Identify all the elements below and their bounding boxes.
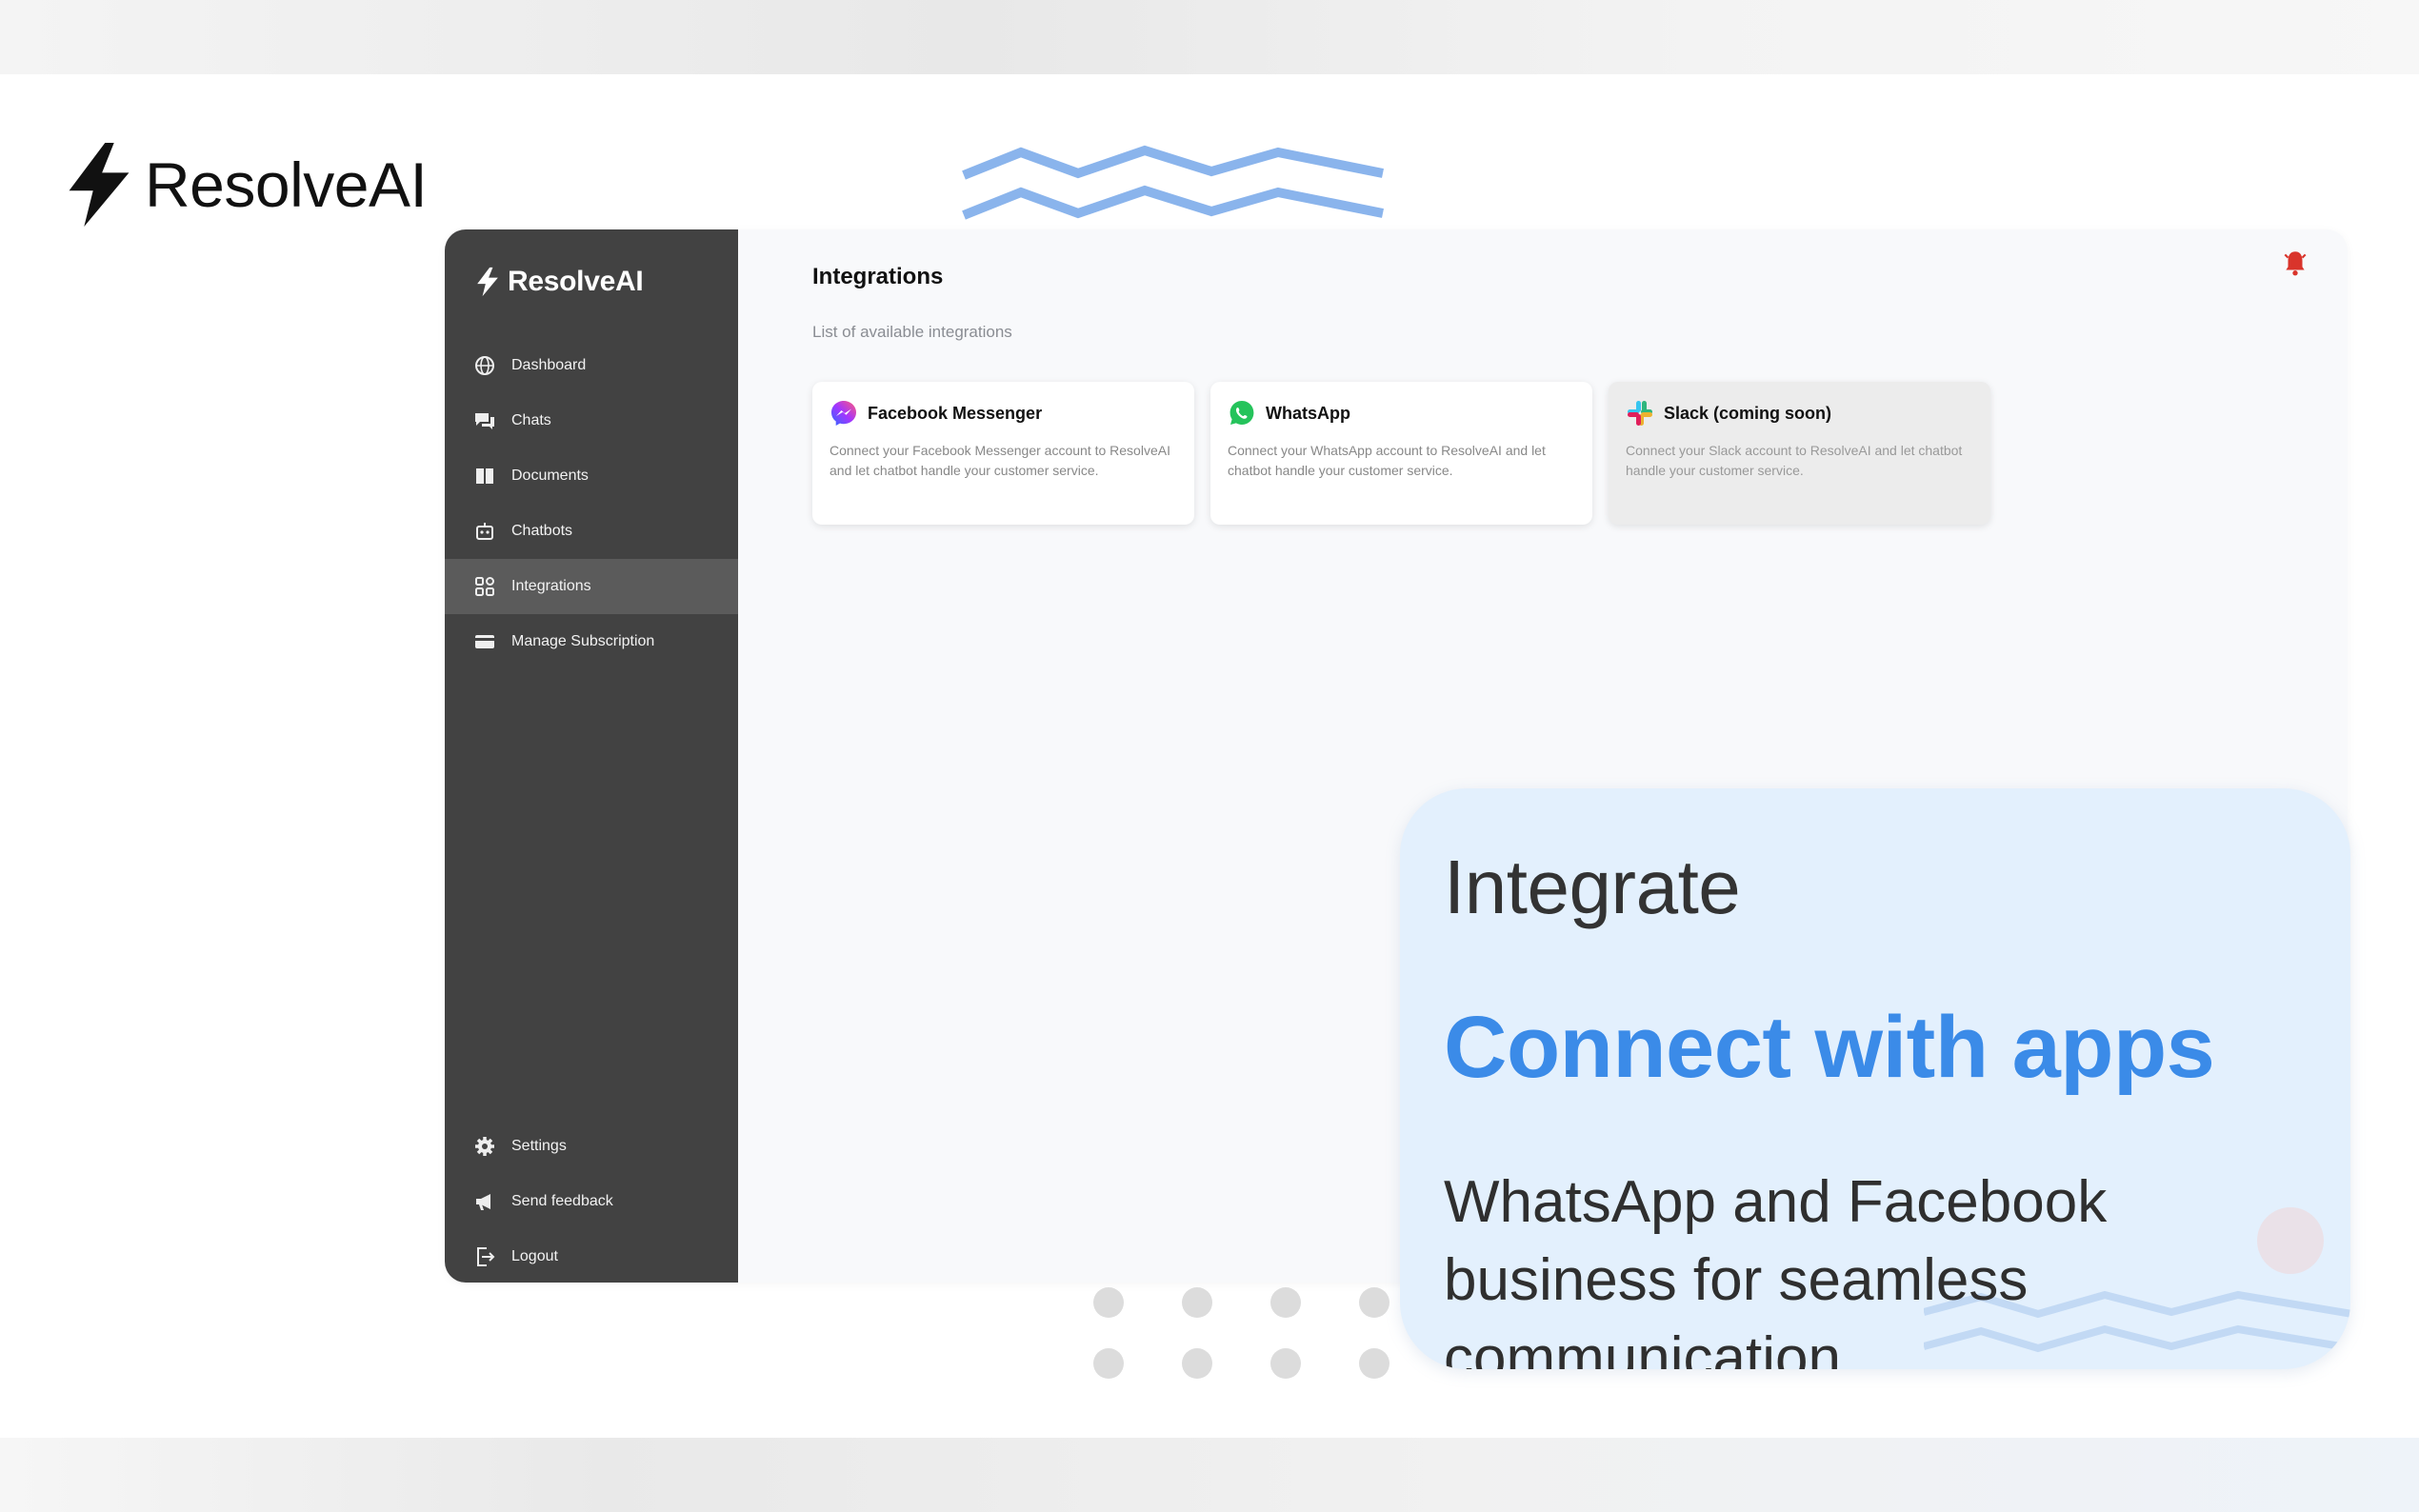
whatsapp-icon	[1229, 401, 1254, 425]
bottom-background-band	[0, 1438, 2419, 1512]
sidebar-item-dashboard[interactable]: Dashboard	[445, 338, 738, 393]
integration-card-whatsapp[interactable]: WhatsApp Connect your WhatsApp account t…	[1210, 382, 1592, 525]
sidebar-item-label: Logout	[511, 1248, 558, 1264]
sidebar-brand-name: ResolveAI	[508, 266, 644, 297]
sidebar-brand[interactable]: ResolveAI	[475, 266, 644, 298]
slack-icon	[1628, 401, 1652, 426]
promo-callout: Integrate Connect with apps WhatsApp and…	[1400, 788, 2350, 1369]
sidebar-item-chatbots[interactable]: Chatbots	[445, 504, 738, 559]
sidebar-item-label: Chats	[511, 412, 551, 428]
sidebar-item-logout[interactable]: Logout	[445, 1229, 738, 1283]
gear-icon	[475, 1137, 494, 1156]
messenger-icon	[831, 401, 856, 426]
megaphone-icon	[476, 1194, 490, 1210]
lightning-icon	[69, 143, 130, 227]
sidebar-item-documents[interactable]: Documents	[445, 448, 738, 504]
brand-name: ResolveAI	[145, 149, 428, 220]
chat-bubbles-icon	[475, 413, 494, 429]
brand-logo: ResolveAI	[63, 143, 428, 227]
sidebar-item-send-feedback[interactable]: Send feedback	[445, 1174, 738, 1229]
card-title: Slack (coming soon)	[1664, 403, 1832, 423]
sidebar-item-chats[interactable]: Chats	[445, 393, 738, 448]
promo-title: Connect with apps	[1444, 999, 2215, 1096]
card-description: Connect your Facebook Messenger account …	[830, 443, 1170, 478]
credit-card-icon	[475, 635, 494, 648]
top-background-band	[0, 0, 2419, 74]
integrations-icon	[475, 577, 494, 596]
sidebar-item-integrations[interactable]: Integrations	[445, 559, 738, 614]
lightning-icon	[477, 267, 498, 297]
sidebar-item-label: Documents	[511, 468, 589, 484]
sidebar-item-label: Manage Subscription	[511, 633, 655, 649]
decorative-zigzag	[962, 145, 1384, 220]
globe-icon	[475, 356, 494, 375]
decorative-dot-grid	[1093, 1287, 1398, 1379]
page-subtitle: List of available integrations	[812, 323, 1012, 341]
page-title: Integrations	[812, 264, 944, 289]
card-title: Facebook Messenger	[868, 403, 1043, 423]
card-description: Connect your Slack account to ResolveAI …	[1626, 443, 1963, 478]
robot-icon	[476, 523, 493, 540]
sidebar-item-label: Dashboard	[511, 357, 587, 373]
book-icon	[476, 468, 493, 484]
integration-card-facebook-messenger[interactable]: Facebook Messenger Connect your Facebook…	[812, 382, 1194, 525]
card-description: Connect your WhatsApp account to Resolve…	[1228, 443, 1546, 478]
sidebar-item-label: Settings	[511, 1138, 567, 1154]
bell-icon[interactable]	[2283, 249, 2308, 277]
sidebar-item-settings[interactable]: Settings	[445, 1119, 738, 1174]
sidebar-item-label: Send feedback	[511, 1193, 613, 1209]
sidebar-item-label: Integrations	[511, 578, 591, 594]
sidebar-item-manage-subscription[interactable]: Manage Subscription	[445, 614, 738, 669]
integration-card-slack: Slack (coming soon) Connect your Slack a…	[1609, 382, 1990, 525]
promo-body: WhatsApp and Facebook business for seaml…	[1444, 1169, 2108, 1369]
promo-kicker: Integrate	[1444, 845, 1741, 929]
card-title: WhatsApp	[1266, 403, 1350, 423]
sidebar: ResolveAI Dashboard Chats Documents Chat…	[445, 229, 738, 1283]
sidebar-item-label: Chatbots	[511, 523, 573, 539]
logout-icon	[477, 1247, 495, 1266]
